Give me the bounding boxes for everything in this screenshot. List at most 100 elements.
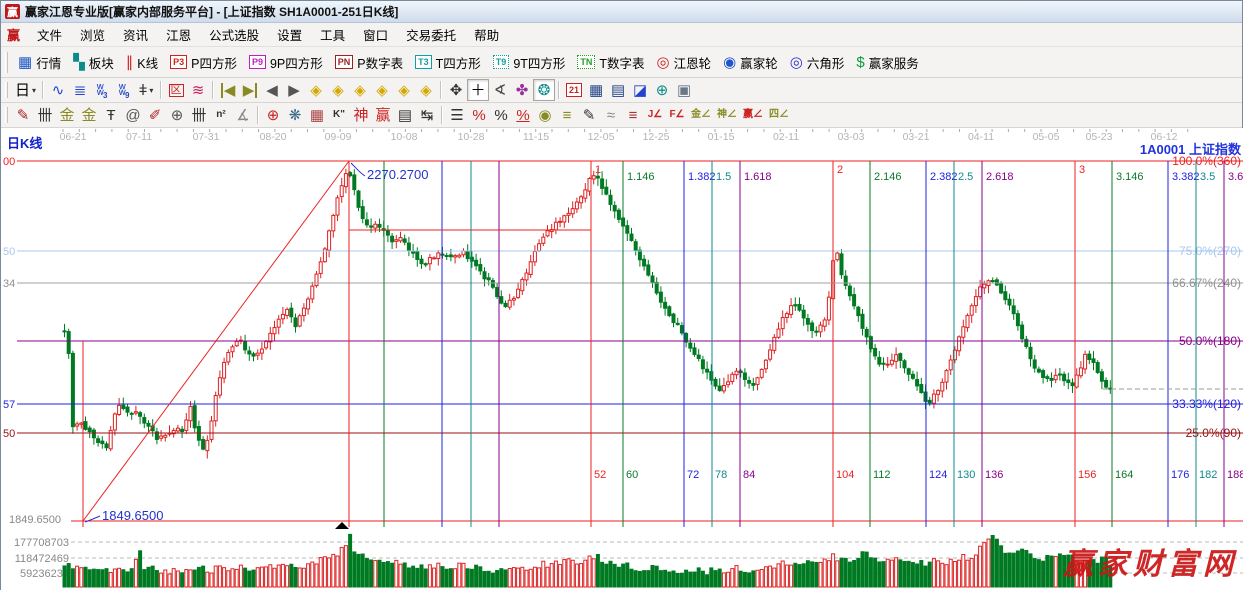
gann-wheel-button[interactable]: ◎江恩轮 [651, 50, 718, 75]
k-quote-button[interactable]: K" [328, 104, 350, 126]
jump-left-button[interactable]: ◈ [305, 79, 327, 101]
zigzag-line-button[interactable]: ∿ [47, 79, 69, 101]
menu-item-news[interactable]: 资讯 [114, 22, 157, 47]
percent-gauge-button[interactable]: % [468, 104, 490, 126]
gann-circle-button[interactable]: ⊕ [166, 104, 188, 126]
9t-square-button[interactable]: T99T四方形 [487, 50, 572, 75]
gold-grid-2-button[interactable]: 金 [78, 104, 100, 126]
volume-bar [630, 569, 633, 587]
chart-region[interactable]: 06-2107-1107-3108-2009-0910-0810-2811-15… [1, 128, 1243, 590]
last-bar-button[interactable]: ▶ [239, 79, 261, 101]
color-histogram-button[interactable]: ≋ [187, 79, 209, 101]
9p-square-button[interactable]: P99P四方形 [243, 50, 329, 75]
gold-grid-1-button[interactable]: 金 [56, 104, 78, 126]
expand-view-button[interactable]: ◈ [393, 79, 415, 101]
calculator-button[interactable]: ▦ [585, 79, 607, 101]
bars-9-button[interactable]: ʬ9 [113, 79, 135, 101]
bars-3-button[interactable]: ʬ3 [91, 79, 113, 101]
notepad-button[interactable]: ▤ [607, 79, 629, 101]
region-tool-button[interactable]: 区 [165, 79, 187, 101]
save-button[interactable]: ◪ [629, 79, 651, 101]
smart-analysis-button[interactable]: ❂ [533, 79, 555, 101]
next-bar-button[interactable]: ▶ [283, 79, 305, 101]
menu-item-browse[interactable]: 浏览 [71, 22, 114, 47]
compress-view-button[interactable]: ◈ [371, 79, 393, 101]
spiral-tool-button[interactable]: @ [122, 104, 144, 126]
gann-daycount-label: 78 [715, 469, 727, 481]
candle-body [1000, 284, 1003, 293]
marker-pen-button[interactable]: ✎ [578, 104, 600, 126]
menu-item-help[interactable]: 帮助 [465, 22, 508, 47]
first-bar-button[interactable]: ◀ [217, 79, 239, 101]
percent-line-button[interactable]: % [512, 104, 534, 126]
p-square-button[interactable]: P3P四方形 [164, 50, 243, 75]
four-angle-button[interactable]: 四∠ [766, 104, 792, 126]
angle-ruler-button[interactable]: ∡ [232, 104, 254, 126]
title-bar[interactable]: 赢 赢家江恩专业版[赢家内部服务平台] - [上证指数 SH1A0001-251… [1, 1, 1242, 23]
p-number-table-button[interactable]: PNP数字表 [329, 50, 409, 75]
candle-style-button[interactable]: ǂ▾ [135, 79, 157, 101]
t-number-table-button[interactable]: TNT数字表 [571, 50, 650, 75]
expand-horizontal-button[interactable]: ◈ [349, 79, 371, 101]
kline-button[interactable]: ∥K线 [120, 50, 164, 75]
shen-grid-button[interactable]: 神 [350, 104, 372, 126]
ying-angle-button[interactable]: 赢∠ [740, 104, 766, 126]
gold-hline-button[interactable]: ≡ [622, 104, 644, 126]
span-arrows-button[interactable]: ↹ [416, 104, 438, 126]
prev-bar-button[interactable]: ◀ [261, 79, 283, 101]
jump-right-button[interactable]: ◈ [327, 79, 349, 101]
gann-fan-tool-button[interactable]: ✤ [511, 79, 533, 101]
menu-item-file[interactable]: 文件 [28, 22, 71, 47]
volume-bar [638, 571, 641, 587]
candle-body [466, 251, 469, 258]
kline-chart[interactable]: 06-2107-1107-3108-2009-0910-0810-2811-15… [1, 128, 1243, 590]
square-grid-button[interactable]: ▦ [306, 104, 328, 126]
remote-computer-button[interactable]: ▣ [673, 79, 695, 101]
period-selector-button[interactable]: 日▾ [12, 79, 39, 101]
menu-item-gann[interactable]: 江恩 [157, 22, 200, 47]
f-angle-button[interactable]: F∠ [666, 104, 688, 126]
percent-tool-button[interactable]: % [490, 104, 512, 126]
shen-angle-button[interactable]: 神∠ [714, 104, 740, 126]
angle-measure-button[interactable]: ∢ [489, 79, 511, 101]
wave-band-button[interactable]: ≈ [600, 104, 622, 126]
notepad-icon: ▤ [611, 83, 625, 98]
web-document-button[interactable]: ⊕ [651, 79, 673, 101]
calendar-button[interactable]: 21 [563, 79, 585, 101]
n-square-button[interactable]: n² [210, 104, 232, 126]
number-grid-button[interactable]: ▤ [394, 104, 416, 126]
market-quotes-button[interactable]: ▦行情 [12, 50, 67, 75]
pen-tool-button[interactable]: ✎ [12, 104, 34, 126]
star-grid-button[interactable]: ❋ [284, 104, 306, 126]
target-circle-button[interactable]: ⊕ [262, 104, 284, 126]
t-square-button[interactable]: T3T四方形 [409, 50, 487, 75]
crosshair-button[interactable]: ＋ [467, 79, 489, 101]
f10-document-button[interactable]: ≣ [69, 79, 91, 101]
p-number-table-icon: PN [335, 55, 354, 69]
candle-body [827, 297, 830, 320]
hexagon-button[interactable]: ◎六角形 [784, 50, 851, 75]
menu-item-settings[interactable]: 设置 [268, 22, 311, 47]
vertical-grid-button[interactable]: 卌 [34, 104, 56, 126]
ying-grid-button[interactable]: 赢 [372, 104, 394, 126]
sectors-button[interactable]: ▚板块 [67, 50, 120, 75]
pen-ruler-button[interactable]: ✐ [144, 104, 166, 126]
j-angle-button[interactable]: J∠ [644, 104, 666, 126]
candle-body [80, 423, 83, 424]
gold-angle-button[interactable]: 金∠ [688, 104, 714, 126]
menu-item-tools[interactable]: 工具 [311, 22, 354, 47]
full-range-button[interactable]: ◈ [415, 79, 437, 101]
menu-item-trade[interactable]: 交易委托 [397, 22, 465, 47]
comb-grid-button[interactable]: 卌 [188, 104, 210, 126]
hand-pan-button[interactable]: ✥ [445, 79, 467, 101]
winner-service-button[interactable]: $赢家服务 [850, 50, 924, 75]
gold-circle-button[interactable]: ◉ [534, 104, 556, 126]
winner-wheel-button[interactable]: ◉赢家轮 [717, 50, 784, 75]
candle-body [378, 224, 381, 227]
menu-item-window[interactable]: 窗口 [354, 22, 397, 47]
menu-item-formula-stock-pick[interactable]: 公式选股 [200, 22, 268, 47]
f-grid-button[interactable]: Ŧ [100, 104, 122, 126]
price-scale-button[interactable]: ☰ [446, 104, 468, 126]
gold-levels-button[interactable]: ≡ [556, 104, 578, 126]
gann-daycount-label: 124 [929, 469, 947, 481]
